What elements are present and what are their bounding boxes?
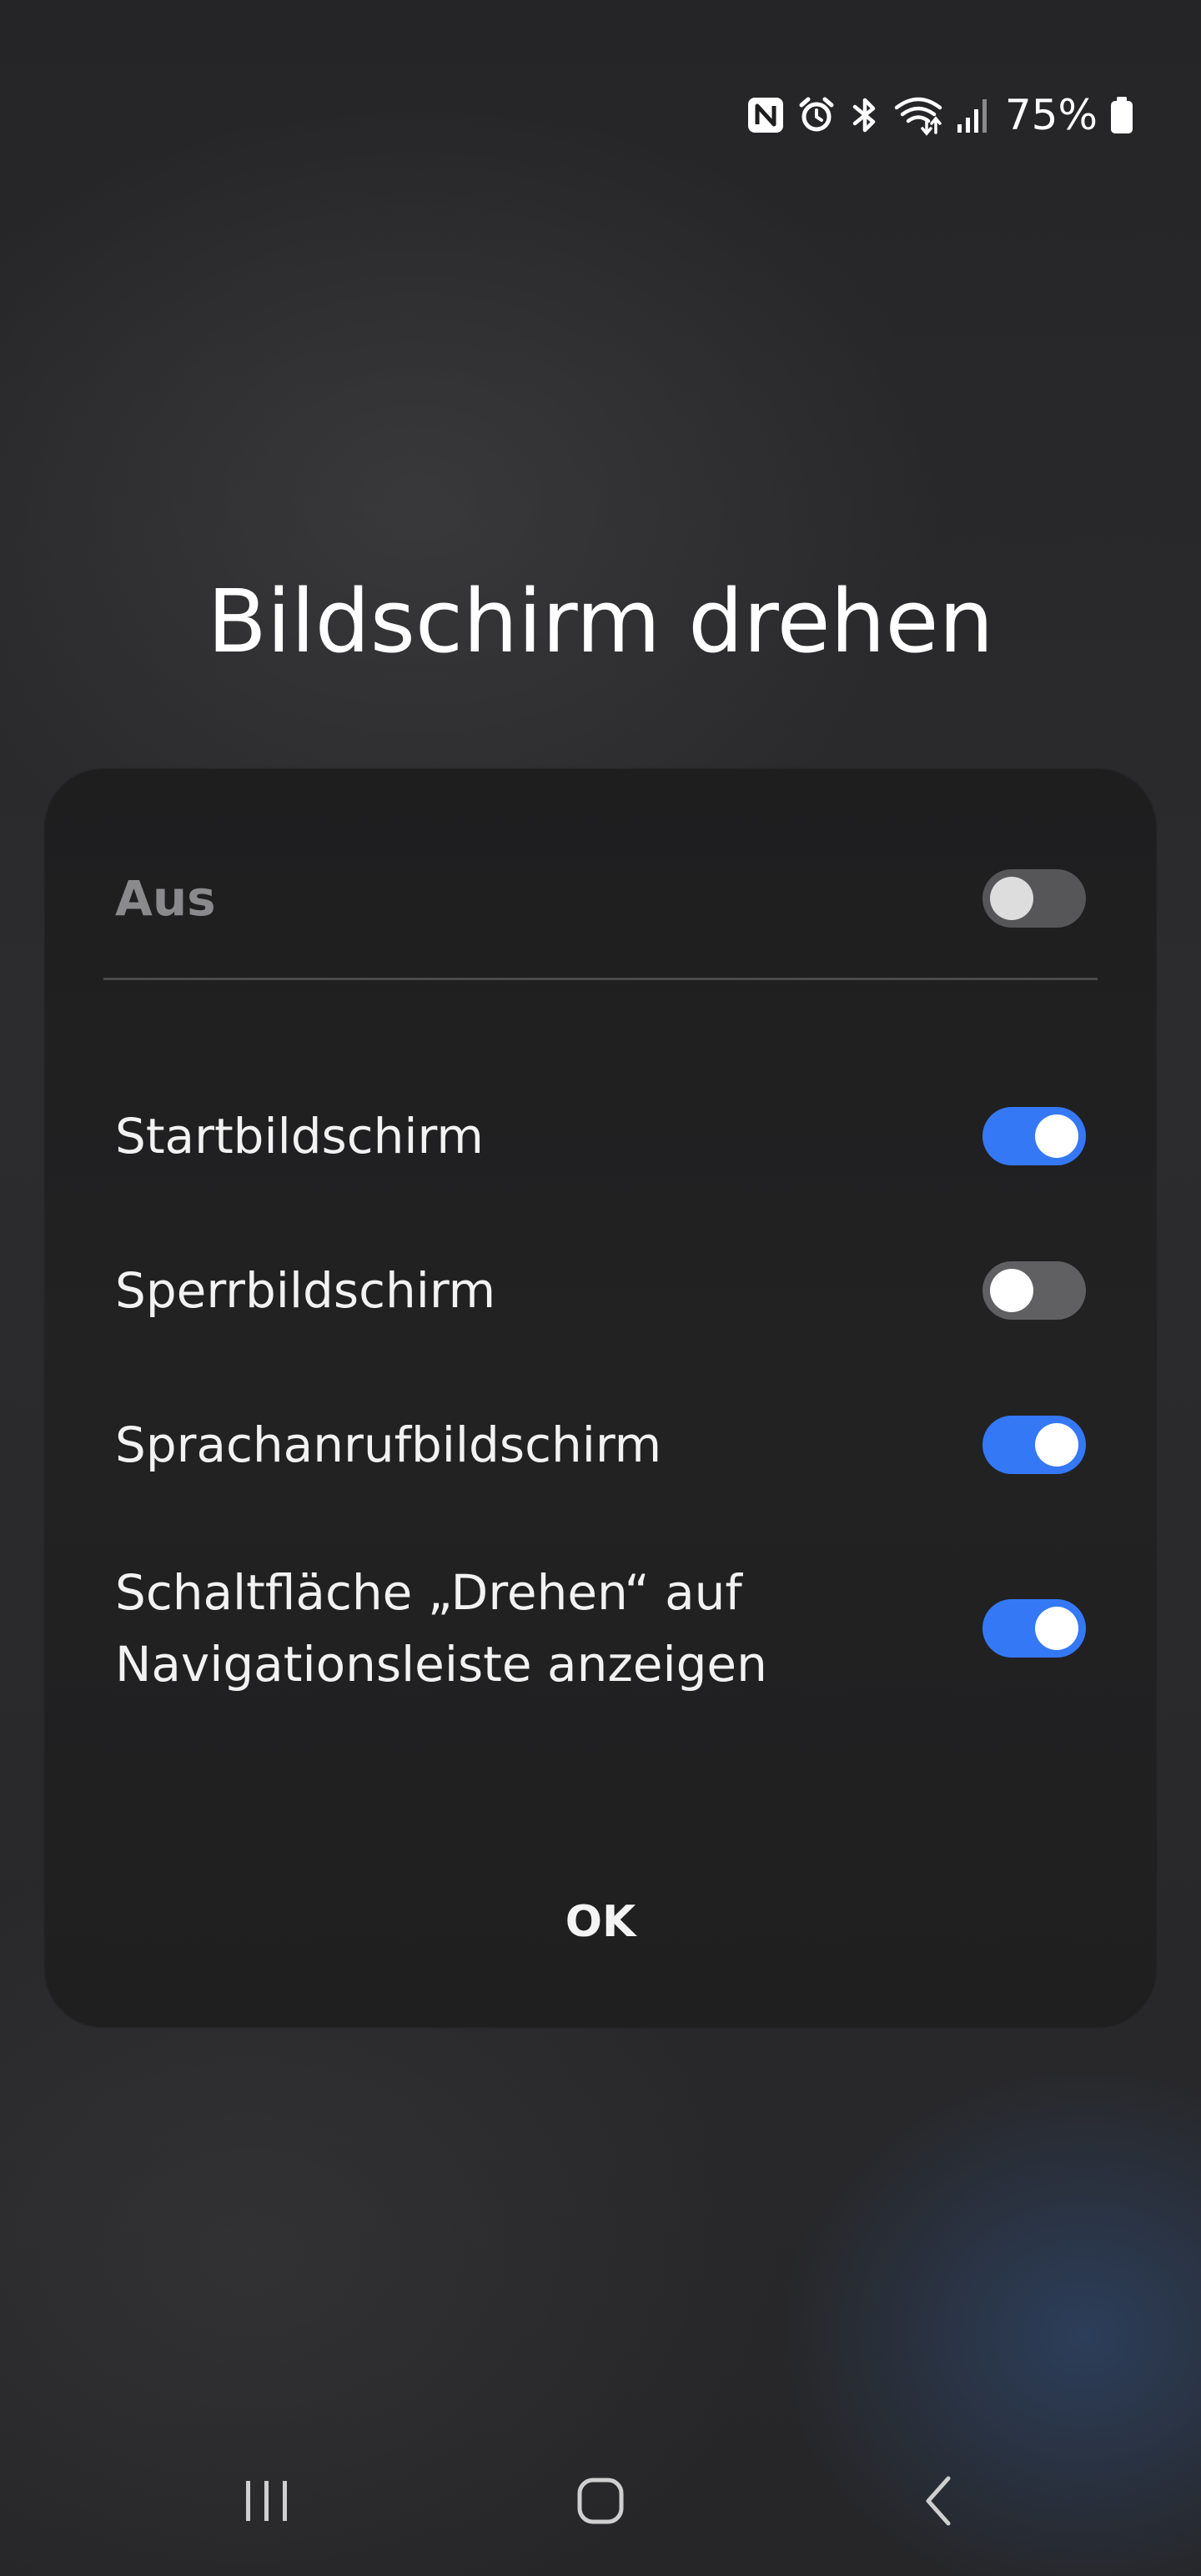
setting-label-home-screen: Startbildschirm — [115, 1108, 484, 1165]
page-title: Bildschirm drehen — [207, 571, 994, 672]
setting-label-lock-screen: Sperrbildschirm — [115, 1262, 496, 1319]
setting-label-voice-call-screen: Sprachanrufbildschirm — [115, 1416, 662, 1473]
toggle-lock-screen[interactable] — [982, 1261, 1086, 1320]
back-icon — [922, 2475, 955, 2530]
recent-apps-button[interactable] — [200, 2453, 334, 2553]
setting-row-home-screen[interactable]: Startbildschirm — [115, 1099, 1086, 1174]
setting-row-voice-call-screen[interactable]: Sprachanrufbildschirm — [115, 1407, 1086, 1482]
signal-icon — [955, 96, 988, 134]
ok-button[interactable]: OK — [45, 1864, 1156, 1980]
divider — [103, 978, 1098, 980]
setting-row-lock-screen[interactable]: Sperrbildschirm — [115, 1253, 1086, 1328]
setting-label-off: Aus — [115, 870, 216, 927]
toggle-knob — [990, 877, 1033, 920]
setting-row-off: Aus — [115, 861, 1086, 936]
setting-label-line-1: Schaltfläche „Drehen“ auf — [115, 1564, 742, 1621]
home-button[interactable] — [534, 2453, 667, 2553]
rotation-dialog: Aus Startbildschirm Sperrbildschirm Spra… — [45, 769, 1156, 2027]
setting-label-rotate-button-navbar: Schaltfläche „Drehen“ auf Navigationslei… — [115, 1557, 767, 1700]
back-button[interactable] — [872, 2453, 1005, 2553]
toggle-off-switch[interactable] — [982, 869, 1086, 928]
battery-icon — [1109, 95, 1134, 135]
battery-percentage: 75% — [1004, 91, 1098, 139]
toggle-knob — [1035, 1114, 1078, 1158]
home-icon — [575, 2476, 626, 2529]
toggle-knob — [1035, 1607, 1078, 1650]
bluetooth-icon — [848, 95, 882, 135]
toggle-home-screen[interactable] — [982, 1107, 1086, 1165]
toggle-knob — [1035, 1423, 1078, 1467]
setting-label-line-2: Navigationsleiste anzeigen — [115, 1636, 767, 1693]
navigation-bar — [0, 2453, 1201, 2553]
nfc-icon — [746, 96, 785, 134]
wifi-icon — [893, 94, 943, 136]
toggle-voice-call-screen[interactable] — [982, 1416, 1086, 1474]
alarm-icon — [796, 95, 837, 135]
toggle-knob — [990, 1269, 1033, 1312]
status-bar: 75% — [746, 83, 1134, 147]
toggle-rotate-button-navbar[interactable] — [982, 1599, 1086, 1658]
recent-apps-icon — [242, 2478, 292, 2528]
setting-row-rotate-button-navbar[interactable]: Schaltfläche „Drehen“ auf Navigationslei… — [115, 1553, 1086, 1703]
